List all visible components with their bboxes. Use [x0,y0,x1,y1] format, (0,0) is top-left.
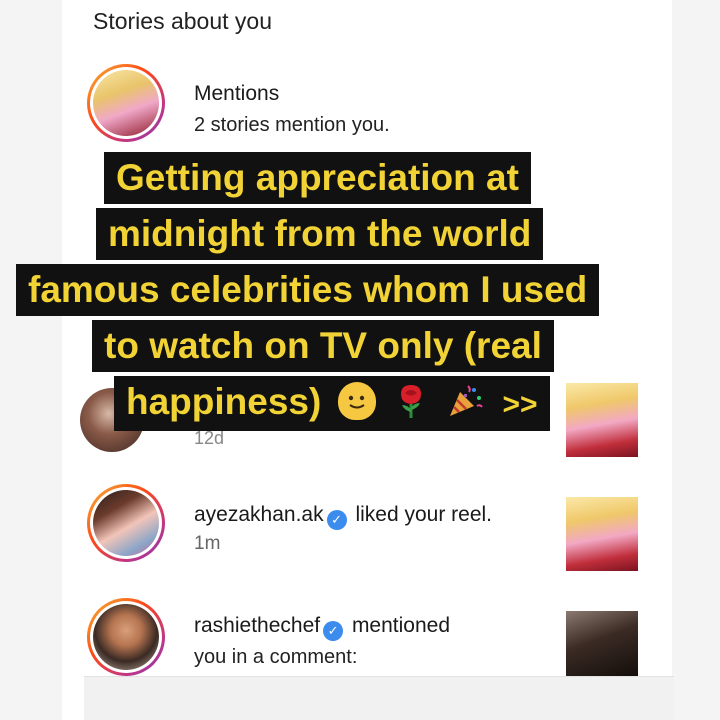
rashie-notification-text: rashiethechef ✓ mentioned [194,614,450,641]
overlay-line-4: to watch on TV only (real [92,320,554,372]
mentions-avatar[interactable] [87,64,165,142]
overlay-suffix: >> [502,388,538,421]
overlay-line-5: happiness) >> [114,376,550,431]
verified-badge-icon: ✓ [323,621,344,641]
ayeza-avatar-image [93,490,159,556]
mentions-title: Mentions [194,82,280,105]
rashie-username[interactable]: rashiethechef [194,614,320,637]
ayeza-action: liked your reel. [355,503,492,526]
ayeza-notification-text: ayezakhan.ak ✓ liked your reel. [194,503,492,530]
mentions-subtitle: 2 stories mention you. [194,114,390,136]
rashie-post-thumbnail[interactable] [566,611,638,685]
rashie-avatar-image [93,604,159,670]
ayeza-reel-thumbnail[interactable] [566,497,638,571]
ayeza-username[interactable]: ayezakhan.ak [194,503,324,526]
overlay-line-3: famous celebrities whom I used [16,264,600,316]
overlay-line-5-text: happiness) [126,381,322,422]
comment-preview-box [84,676,674,720]
overlay-line-1: Getting appreciation at [104,152,531,204]
partial-time: 12d [194,428,225,448]
mentions-avatar-image [93,70,159,136]
ayeza-time: 1m [194,533,221,554]
party-popper-icon [446,382,484,420]
rashie-action-line2: you in a comment: [194,646,358,668]
rashie-action: mentioned [351,614,451,637]
ayeza-avatar[interactable] [87,484,165,562]
verified-badge-icon: ✓ [326,510,347,530]
melting-face-icon [337,382,376,420]
rose-icon [392,382,430,420]
section-title: Stories about you [93,8,273,34]
rashie-avatar[interactable] [87,598,165,676]
partial-post-thumbnail[interactable] [566,383,638,457]
overlay-line-2: midnight from the world [96,208,544,260]
